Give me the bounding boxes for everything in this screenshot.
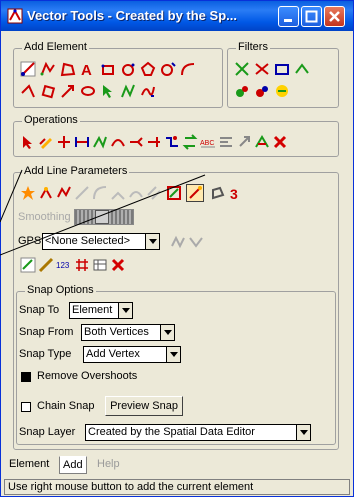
pointer-line-1	[0, 169, 23, 223]
pointer-lines	[0, 169, 206, 256]
pointer-line-2	[0, 174, 206, 256]
